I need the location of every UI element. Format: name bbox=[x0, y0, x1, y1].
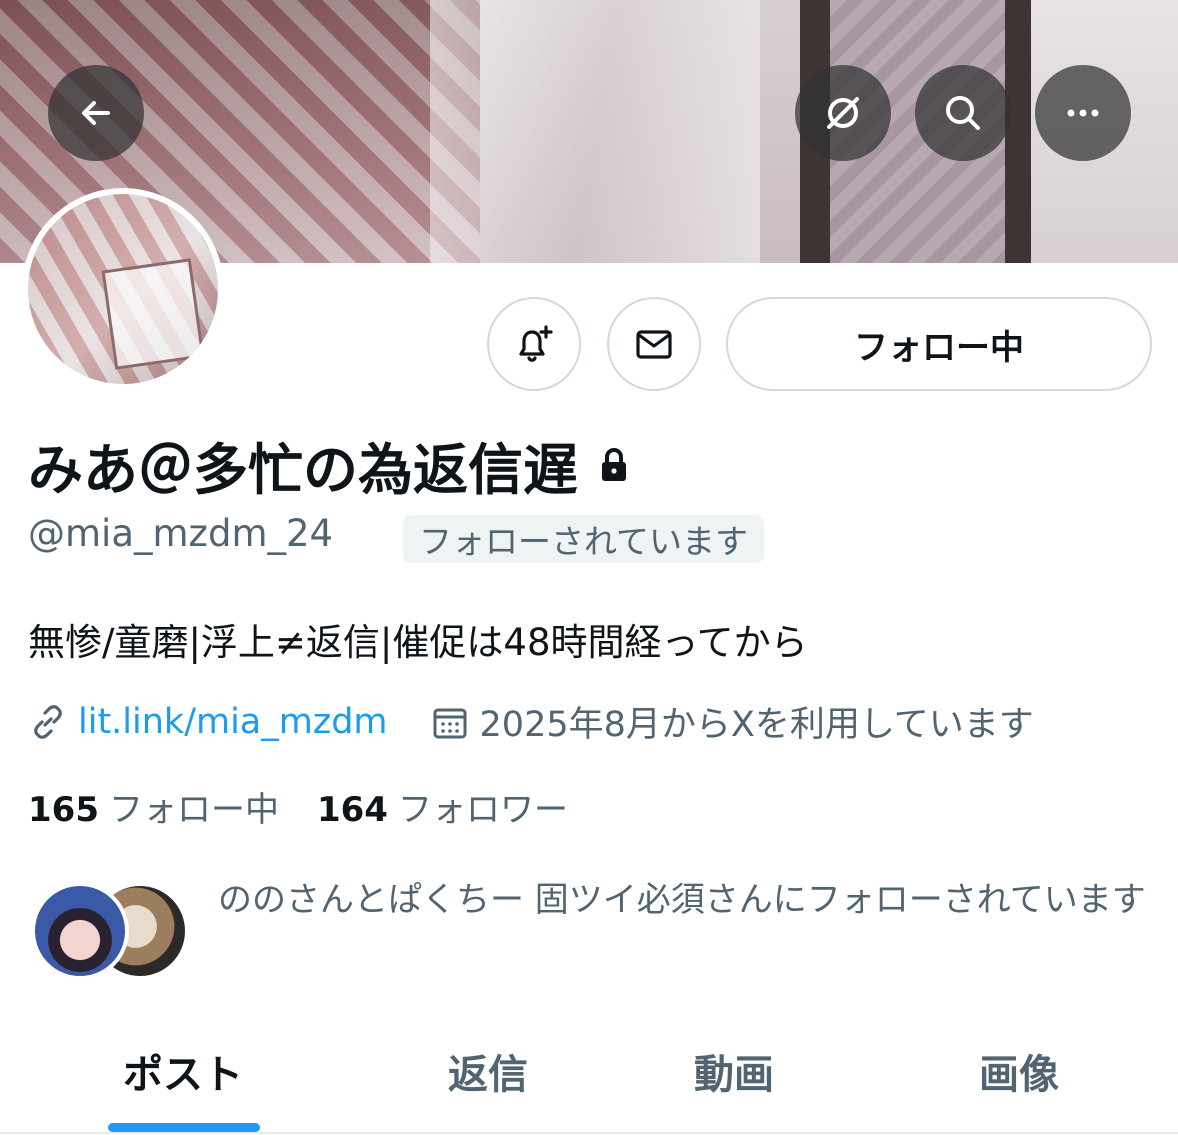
arrow-left-icon bbox=[82, 101, 110, 125]
following-count-label: フォロー中 bbox=[108, 790, 279, 830]
message-button[interactable] bbox=[607, 297, 701, 391]
more-horizontal-icon bbox=[1067, 109, 1099, 117]
profile-link[interactable]: lit.link/mia_mzdm bbox=[28, 702, 388, 742]
profile-link-text[interactable]: lit.link/mia_mzdm bbox=[78, 702, 388, 742]
calendar-icon bbox=[433, 708, 467, 738]
active-tab-indicator bbox=[108, 1123, 260, 1132]
followed-by[interactable]: ののさんとぱくちー 固ツイ必須さんにフォローされています bbox=[28, 872, 1158, 982]
tab-replies[interactable]: 返信 bbox=[448, 1042, 528, 1100]
link-icon bbox=[34, 704, 62, 739]
display-name-text: みあ＠多忙の為返信遅 bbox=[28, 438, 579, 502]
followed-by-text: ののさんとぱくちー 固ツイ必須さんにフォローされています bbox=[218, 880, 1146, 920]
following-button[interactable]: フォロー中 bbox=[726, 297, 1152, 391]
tab-media[interactable]: 画像 bbox=[979, 1042, 1059, 1100]
search-icon bbox=[946, 96, 980, 130]
followers-count-number: 164 bbox=[316, 790, 388, 830]
follows-you-badge: フォローされています bbox=[403, 515, 765, 563]
handle: @mia_mzdm_24 bbox=[28, 512, 334, 555]
follower-avatar bbox=[31, 882, 129, 980]
followers-count-label: フォロワー bbox=[397, 790, 568, 830]
display-name: みあ＠多忙の為返信遅 bbox=[28, 425, 634, 505]
more-button[interactable] bbox=[1035, 65, 1131, 161]
joined-date-text: 2025年8月からXを利用しています bbox=[479, 705, 1034, 745]
notify-button[interactable] bbox=[487, 297, 581, 391]
following-count[interactable]: 165 フォロー中 bbox=[28, 782, 279, 831]
mail-icon bbox=[636, 330, 672, 359]
back-button[interactable] bbox=[48, 65, 144, 161]
banner-strip bbox=[1005, 0, 1031, 263]
following-count-number: 165 bbox=[28, 790, 99, 830]
tab-videos[interactable]: 動画 bbox=[694, 1042, 774, 1100]
profile-tabs: ポスト 返信 動画 画像 bbox=[0, 1020, 1178, 1135]
grok-icon bbox=[827, 97, 859, 129]
avatar-art bbox=[101, 258, 205, 370]
grok-button[interactable] bbox=[795, 65, 891, 161]
profile-meta: lit.link/mia_mzdm 2025年8月からXを利用しています bbox=[28, 696, 1034, 747]
bell-plus-icon bbox=[519, 325, 553, 362]
search-button[interactable] bbox=[915, 65, 1011, 161]
lock-icon bbox=[602, 447, 627, 481]
follow-counts: 165 フォロー中 164 フォロワー bbox=[28, 782, 568, 831]
divider bbox=[0, 1132, 1178, 1134]
bio: 無惨/童磨|浮上≠返信|催促は48時間経ってから bbox=[28, 621, 808, 664]
tab-posts[interactable]: ポスト bbox=[123, 1042, 243, 1100]
avatar[interactable] bbox=[22, 188, 224, 390]
joined-date: 2025年8月からXを利用しています bbox=[430, 696, 1034, 747]
banner-art-highlight bbox=[430, 0, 760, 263]
followers-count[interactable]: 164 フォロワー bbox=[317, 782, 568, 831]
